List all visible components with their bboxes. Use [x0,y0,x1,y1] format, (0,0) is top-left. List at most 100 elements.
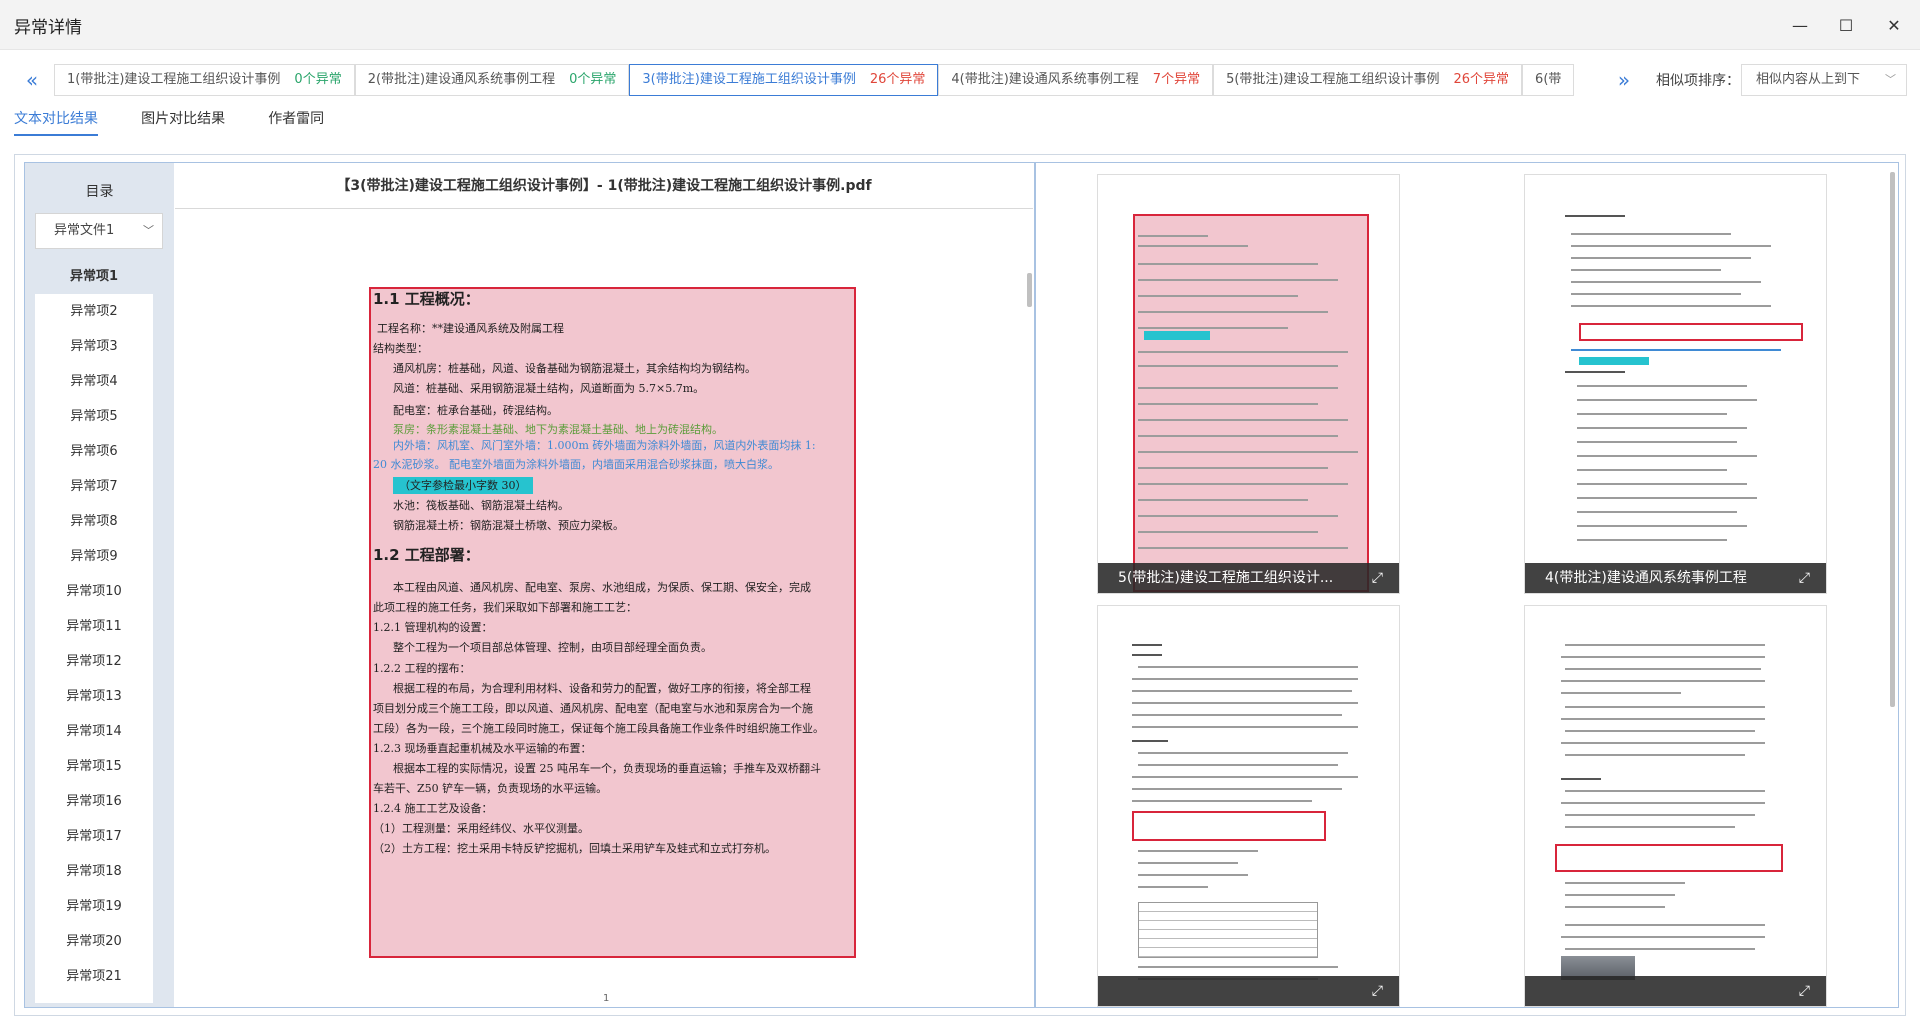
tab-count: 7个异常 [1152,72,1201,87]
text-line [1138,874,1248,876]
toc-item[interactable]: 异常项2 [35,294,153,329]
text-line [1565,790,1765,792]
toc-item[interactable]: 异常项7 [35,469,153,504]
file-tab-2[interactable]: 2(带批注)建设通风系统事例工程 0个异常 [354,64,630,96]
tab-count: 0个异常 [569,72,617,87]
fullscreen-icon[interactable]: ⤢ [1799,976,1810,1006]
toc-item[interactable]: 异常项19 [35,889,153,924]
file-tab-3[interactable]: 3(带批注)建设工程施工组织设计事例 26个异常 [629,64,939,96]
document-title: 【3(带批注)建设工程施工组织设计事例】- 1(带批注)建设工程施工组织设计事例… [175,163,1033,209]
result-subtabs: 文本对比结果 图片对比结果 作者雷同 [14,108,362,138]
prev-tabs-icon[interactable]: « [20,68,44,94]
similar-page-thumb-4[interactable]: ⤢ [1524,605,1827,1007]
doc-line: 泵房：条形素混凝土基础、地下为素混凝土基础、地上为砖混结构。 [393,423,723,436]
doc-line: 此项工程的施工任务，我们采取如下部署和施工工艺： [373,601,637,614]
section-heading: 1.1 工程概况： [373,290,480,308]
text-line [1561,802,1765,804]
text-line [1561,742,1765,744]
thumb-caption-text: 5(带批注)建设工程施工组织设计... [1118,570,1334,586]
toc-item[interactable]: 异常项10 [35,574,153,609]
text-line [1138,850,1258,852]
toc-item[interactable]: 异常项20 [35,924,153,959]
text-line [1138,295,1298,297]
next-tabs-icon[interactable]: » [1612,68,1636,94]
fullscreen-icon[interactable]: ⤢ [1799,563,1810,593]
toc-item[interactable]: 异常项12 [35,644,153,679]
toc-item[interactable]: 异常项16 [35,784,153,819]
text-line [1138,752,1348,754]
text-line [1565,948,1755,950]
tab-label: 1(带批注)建设工程施工组织设计事例 [67,72,281,87]
toc-item[interactable]: 异常项21 [35,959,153,994]
thumbs-scrollbar[interactable] [1890,172,1895,707]
tab-author-duplicate[interactable]: 作者雷同 [268,108,324,134]
tab-count: 26个异常 [1453,72,1510,87]
close-button[interactable]: ✕ [1877,10,1911,40]
doc-line: 根据工程的布局，为合理利用材料、设备和劳力的配置，做好工序的衔接，将全部工程 [393,682,811,695]
toc-item[interactable]: 异常项1 [35,259,153,294]
matched-region [1555,844,1783,872]
toc-title: 目录 [85,184,114,200]
toc-item[interactable]: 异常项18 [35,854,153,889]
fullscreen-icon[interactable]: ⤢ [1372,563,1383,593]
toc-item[interactable]: 异常项8 [35,504,153,539]
thumb-caption: ⤢ [1525,976,1826,1006]
toc-item[interactable]: 异常项3 [35,329,153,364]
cyan-highlight [1144,331,1210,340]
text-line [1132,678,1358,680]
tab-text-compare[interactable]: 文本对比结果 [14,108,98,136]
page-number: 1 [603,993,610,1004]
text-line [1571,233,1731,235]
text-line [1577,469,1727,471]
text-line [1571,269,1721,271]
toc-item[interactable]: 异常项14 [35,714,153,749]
toc-item[interactable]: 异常项6 [35,434,153,469]
title-bar: 异常详情 — ☐ ✕ [0,0,1920,50]
file-tab-1[interactable]: 1(带批注)建设工程施工组织设计事例 0个异常 [54,64,355,96]
text-line [1577,455,1757,457]
minimize-button[interactable]: — [1783,10,1817,40]
fullscreen-icon[interactable]: ⤢ [1372,976,1383,1006]
doc-line: 1.2.3 现场垂直起重机械及水平运输的布置： [373,742,592,755]
text-line [1565,924,1765,926]
text-line [1138,419,1348,421]
text-line [1138,235,1208,237]
similar-page-thumb-2[interactable]: 4(带批注)建设通风系统事例工程 ⤢ [1524,174,1827,594]
toc-item[interactable]: 异常项11 [35,609,153,644]
text-line [1561,680,1765,682]
text-line [1138,279,1338,281]
toc-item[interactable]: 异常项15 [35,749,153,784]
file-tab-4[interactable]: 4(带批注)建设通风系统事例工程 7个异常 [938,64,1214,96]
file-tab-6[interactable]: 6(带 [1522,64,1575,96]
text-line [1138,515,1338,517]
doc-line: 1.2.4 施工工艺及设备： [373,802,493,815]
file-tabs-row: « 1(带批注)建设工程施工组织设计事例 0个异常 2(带批注)建设通风系统事例工程… [0,64,1920,98]
maximize-button[interactable]: ☐ [1829,10,1863,40]
text-line [1132,654,1162,656]
thumb-caption: ⤢ [1098,976,1399,1006]
anomaly-file-select[interactable]: 异常文件1 ﹀ [35,213,163,249]
text-line [1565,730,1755,732]
similar-page-thumb-1[interactable]: 5(带批注)建设工程施工组织设计... ⤢ [1097,174,1400,594]
file-tab-5[interactable]: 5(带批注)建设工程施工组织设计事例 26个异常 [1213,64,1523,96]
similar-page-thumb-3[interactable]: ⤢ [1097,605,1400,1007]
text-line [1561,778,1601,780]
toc-item[interactable]: 异常项4 [35,364,153,399]
thumb-caption-text: 4(带批注)建设通风系统事例工程 [1545,570,1747,586]
text-line [1138,547,1348,549]
toc-item[interactable]: 异常项13 [35,679,153,714]
toc-item[interactable]: 异常项9 [35,539,153,574]
text-line [1577,539,1727,541]
tab-label: 3(带批注)建设工程施工组织设计事例 [642,72,856,87]
sort-select[interactable]: 相似内容从上到下 ﹀ [1741,64,1907,96]
text-line [1138,403,1318,405]
toc-item[interactable]: 异常项5 [35,399,153,434]
text-line [1577,483,1747,485]
tab-image-compare[interactable]: 图片对比结果 [141,108,225,134]
doc-line: 整个工程为一个项目部总体管理、控制，由项目部经理全面负责。 [393,641,712,654]
cyan-highlight [1579,357,1649,365]
document-scrollbar[interactable] [1027,273,1032,307]
text-line [1571,257,1751,259]
text-line [1565,668,1761,670]
toc-item[interactable]: 异常项17 [35,819,153,854]
